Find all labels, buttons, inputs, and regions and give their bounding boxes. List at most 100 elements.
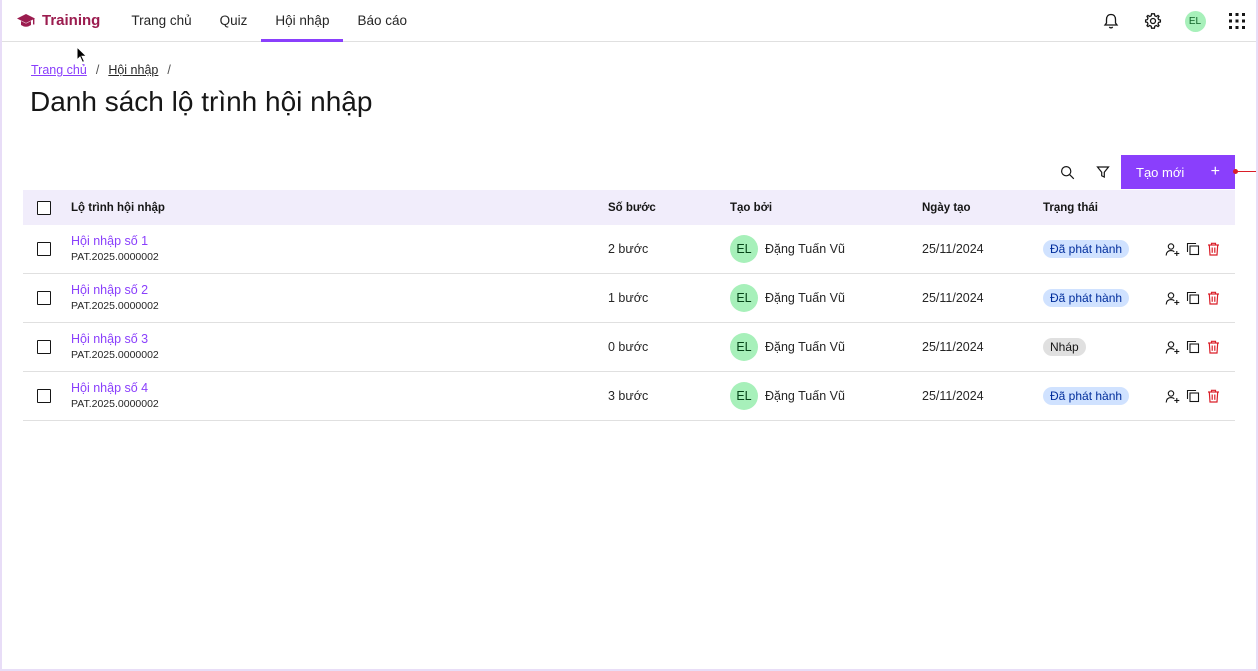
row-name-link[interactable]: Hội nhập số 1 <box>71 234 608 249</box>
plus-icon: + <box>1210 163 1220 180</box>
row-creator-cell: EL Đặng Tuấn Vũ <box>730 284 922 312</box>
row-status-cell: Đã phát hành <box>1043 240 1163 258</box>
row-name-link[interactable]: Hội nhập số 4 <box>71 381 608 396</box>
row-code: PAT.2025.0000002 <box>71 398 159 410</box>
breadcrumb: Trang chủ / Hội nhập / <box>31 63 180 77</box>
status-badge: Nháp <box>1043 338 1086 356</box>
copy-button[interactable] <box>1184 287 1203 309</box>
row-checkbox[interactable] <box>37 389 51 403</box>
row-steps: 3 bước <box>608 389 649 403</box>
onboarding-table: Lộ trình hội nhập Số bước Tạo bởi Ngày t… <box>23 190 1235 421</box>
row-checkbox[interactable] <box>37 291 51 305</box>
row-creator-cell: EL Đặng Tuấn Vũ <box>730 382 922 410</box>
row-select-cell <box>23 242 71 256</box>
row-creator-name: Đặng Tuấn Vũ <box>765 389 845 403</box>
app-grid-icon <box>1229 13 1245 29</box>
row-name-link[interactable]: Hội nhập số 3 <box>71 332 608 347</box>
create-new-label: Tạo mới <box>1136 164 1185 180</box>
row-code: PAT.2025.0000002 <box>71 300 159 312</box>
row-creator-cell: EL Đặng Tuấn Vũ <box>730 333 922 361</box>
table-header: Lộ trình hội nhập Số bước Tạo bởi Ngày t… <box>23 190 1235 225</box>
table-row[interactable]: Hội nhập số 1 PAT.2025.0000002 2 bước EL… <box>23 225 1235 274</box>
copy-button[interactable] <box>1184 336 1203 358</box>
breadcrumb-link-home[interactable]: Trang chủ <box>31 63 87 77</box>
row-date: 25/11/2024 <box>922 291 984 305</box>
copy-icon <box>1186 389 1200 403</box>
user-add-icon <box>1165 291 1180 305</box>
row-steps: 2 bước <box>608 242 649 256</box>
trash-icon <box>1208 389 1220 403</box>
row-name-cell: Hội nhập số 4 PAT.2025.0000002 <box>71 381 608 411</box>
delete-button[interactable] <box>1204 238 1223 260</box>
avatar: EL <box>1184 10 1206 32</box>
select-all-checkbox[interactable] <box>37 200 51 215</box>
copy-icon <box>1186 291 1200 305</box>
row-date: 25/11/2024 <box>922 389 984 403</box>
row-creator-cell: EL Đặng Tuấn Vũ <box>730 235 922 263</box>
create-new-button[interactable]: Tạo mới + <box>1121 155 1235 189</box>
delete-button[interactable] <box>1204 385 1223 407</box>
notifications-button[interactable] <box>1090 0 1132 42</box>
row-creator-name: Đặng Tuấn Vũ <box>765 242 845 256</box>
top-header: Training Trang chủ Quiz Hội nhập Báo cáo… <box>0 0 1258 42</box>
settings-button[interactable] <box>1132 0 1174 42</box>
user-avatar-button[interactable]: EL <box>1174 0 1216 42</box>
filter-button[interactable] <box>1085 155 1120 189</box>
table-row[interactable]: Hội nhập số 2 PAT.2025.0000002 1 bước EL… <box>23 274 1235 323</box>
nav-item-onboarding[interactable]: Hội nhập <box>261 0 344 42</box>
search-icon <box>1060 165 1075 179</box>
column-header-creator[interactable]: Tạo bởi <box>730 202 922 214</box>
search-button[interactable] <box>1050 155 1085 189</box>
avatar: EL <box>730 333 758 361</box>
mouse-cursor-icon <box>76 46 88 64</box>
user-add-icon <box>1165 242 1180 256</box>
brand[interactable]: Training <box>16 0 100 42</box>
row-date: 25/11/2024 <box>922 242 984 256</box>
main-nav: Trang chủ Quiz Hội nhập Báo cáo <box>117 0 421 42</box>
status-badge: Đã phát hành <box>1043 387 1130 405</box>
nav-item-label: Hội nhập <box>275 13 330 28</box>
row-creator-name: Đặng Tuấn Vũ <box>765 340 845 354</box>
gear-icon <box>1144 13 1162 29</box>
assign-user-button[interactable] <box>1163 287 1182 309</box>
assign-user-button[interactable] <box>1163 336 1182 358</box>
filter-icon <box>1095 166 1110 178</box>
row-checkbox[interactable] <box>37 340 51 354</box>
nav-item-reports[interactable]: Báo cáo <box>343 0 421 42</box>
avatar: EL <box>730 382 758 410</box>
breadcrumb-link-onboarding[interactable]: Hội nhập <box>108 63 158 77</box>
copy-button[interactable] <box>1184 238 1203 260</box>
row-select-cell <box>23 389 71 403</box>
table-row[interactable]: Hội nhập số 3 PAT.2025.0000002 0 bước EL… <box>23 323 1235 372</box>
app-switcher-button[interactable] <box>1216 0 1258 42</box>
nav-item-home[interactable]: Trang chủ <box>117 0 205 42</box>
select-all-cell <box>23 200 71 215</box>
row-creator-name: Đặng Tuấn Vũ <box>765 291 845 305</box>
user-add-icon <box>1165 340 1180 354</box>
copy-icon <box>1186 242 1200 256</box>
trash-icon <box>1208 291 1220 305</box>
row-code: PAT.2025.0000002 <box>71 251 159 263</box>
delete-button[interactable] <box>1204 336 1223 358</box>
row-checkbox[interactable] <box>37 242 51 256</box>
nav-item-quiz[interactable]: Quiz <box>206 0 262 42</box>
assign-user-button[interactable] <box>1163 238 1182 260</box>
column-header-status[interactable]: Trạng thái <box>1043 202 1163 214</box>
breadcrumb-separator: / <box>167 63 171 77</box>
status-badge: Đã phát hành <box>1043 289 1130 307</box>
column-header-name[interactable]: Lộ trình hội nhập <box>71 202 608 214</box>
delete-button[interactable] <box>1204 287 1223 309</box>
table-row[interactable]: Hội nhập số 4 PAT.2025.0000002 3 bước EL… <box>23 372 1235 421</box>
column-header-date[interactable]: Ngày tạo <box>922 202 1043 214</box>
nav-item-label: Báo cáo <box>357 13 407 28</box>
assign-user-button[interactable] <box>1163 385 1182 407</box>
table-body: Hội nhập số 1 PAT.2025.0000002 2 bước EL… <box>23 225 1235 421</box>
column-header-steps[interactable]: Số bước <box>608 202 730 214</box>
copy-button[interactable] <box>1184 385 1203 407</box>
row-name-link[interactable]: Hội nhập số 2 <box>71 283 608 298</box>
row-select-cell <box>23 291 71 305</box>
row-date: 25/11/2024 <box>922 340 984 354</box>
row-status-cell: Đã phát hành <box>1043 387 1163 405</box>
bell-icon <box>1103 13 1119 29</box>
row-steps: 1 bước <box>608 291 649 305</box>
